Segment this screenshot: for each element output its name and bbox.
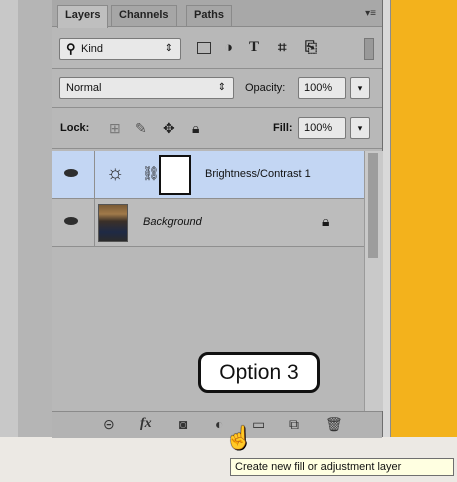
layer-row-brightness-contrast[interactable]: ☼ ⛓ Brightness/Contrast 1 xyxy=(52,151,364,199)
search-icon: ⚲ xyxy=(66,41,76,56)
layer-row-background[interactable]: Background 🔒︎ xyxy=(52,199,364,247)
canvas-divider xyxy=(383,0,391,437)
layers-scrollbar[interactable] xyxy=(364,151,383,411)
scrollbar-thumb[interactable] xyxy=(368,153,378,258)
layer-name[interactable]: Brightness/Contrast 1 xyxy=(205,168,311,180)
link-layers-icon[interactable]: ⊝ xyxy=(103,416,115,433)
opacity-dropdown-icon[interactable]: ▾ xyxy=(350,77,370,99)
shape-filter-icon[interactable]: ⌗ xyxy=(278,39,286,56)
divider xyxy=(94,151,95,199)
hand-pointer-icon: ☝ xyxy=(225,425,253,450)
panel-tab-bar: Layers Channels Paths ▾≡ xyxy=(52,0,382,28)
blend-mode-label: Normal xyxy=(66,82,102,94)
lock-position-icon[interactable]: ✥ xyxy=(163,120,175,137)
lock-all-icon[interactable]: 🔒︎ xyxy=(192,120,199,137)
blend-mode-select[interactable]: Normal ⇕ xyxy=(59,77,234,99)
smart-object-filter-icon[interactable]: ⎘ xyxy=(305,39,317,56)
new-adjustment-layer-icon[interactable]: ◐ xyxy=(215,416,223,432)
layers-panel: Layers Channels Paths ▾≡ ⚲ Kind ⇕ ◑ T ⌗ … xyxy=(52,0,383,438)
up-down-arrows-icon: ⇕ xyxy=(217,82,226,93)
pixel-filter-icon[interactable] xyxy=(197,42,211,54)
visibility-eye-icon[interactable] xyxy=(64,169,78,177)
new-group-icon[interactable]: ▭ xyxy=(252,416,265,433)
panel-menu-icon[interactable]: ▾≡ xyxy=(365,8,376,19)
lock-image-icon[interactable]: ✎ xyxy=(135,120,147,137)
fill-input[interactable]: 100% xyxy=(298,117,346,139)
fill-dropdown-icon[interactable]: ▾ xyxy=(350,117,370,139)
layer-name[interactable]: Background xyxy=(143,216,202,228)
tooltip: Create new fill or adjustment layer xyxy=(230,458,454,476)
layer-thumbnail-image xyxy=(98,204,128,242)
divider xyxy=(52,107,382,108)
fill-label: Fill: xyxy=(273,122,293,134)
type-filter-icon[interactable]: T xyxy=(249,39,259,56)
tab-paths[interactable]: Paths xyxy=(186,5,232,26)
filter-toggle[interactable] xyxy=(364,38,374,60)
left-panel-strip xyxy=(18,0,53,482)
lock-label: Lock: xyxy=(60,122,90,134)
tab-layers[interactable]: Layers xyxy=(57,5,109,28)
adjustment-filter-icon[interactable]: ◑ xyxy=(224,39,233,56)
option-callout: Option 3 xyxy=(198,352,320,393)
up-down-arrows-icon: ⇕ xyxy=(164,43,173,54)
left-gutter xyxy=(0,0,18,482)
brightness-adjustment-icon: ☼ xyxy=(106,162,125,184)
lock-transparent-icon[interactable]: ⊞ xyxy=(109,120,121,137)
fx-icon[interactable]: fx xyxy=(140,416,152,432)
delete-icon[interactable]: 🗑︎ xyxy=(325,416,343,433)
divider xyxy=(94,199,95,247)
layer-mask-thumbnail[interactable] xyxy=(159,155,191,195)
visibility-eye-icon[interactable] xyxy=(64,217,78,225)
divider xyxy=(52,68,382,69)
divider xyxy=(52,148,382,149)
new-layer-icon[interactable]: ⧉ xyxy=(289,416,299,433)
kind-filter-select[interactable]: ⚲ Kind ⇕ xyxy=(59,38,181,60)
panel-bottom-bar: ⊝ fx ◙ ◐ ▭ ⧉ 🗑︎ xyxy=(52,411,382,438)
add-mask-icon[interactable]: ◙ xyxy=(179,416,187,432)
opacity-input[interactable]: 100% xyxy=(298,77,346,99)
kind-filter-label: Kind xyxy=(81,43,104,55)
tab-channels[interactable]: Channels xyxy=(111,5,177,26)
layer-lock-icon: 🔒︎ xyxy=(322,213,330,229)
opacity-label: Opacity: xyxy=(245,82,286,94)
chain-link-icon[interactable]: ⛓ xyxy=(142,165,160,182)
